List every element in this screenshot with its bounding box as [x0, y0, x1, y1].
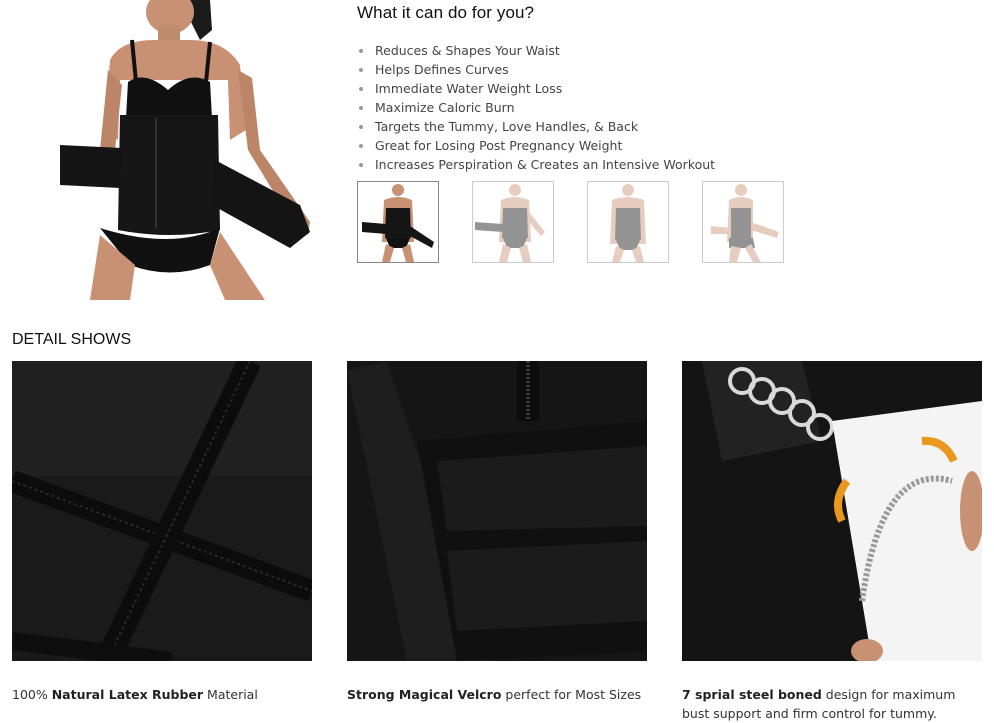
detail-card-velcro: Strong Magical Velcro perfect for Most S… [347, 361, 647, 704]
model-waist-trainer-image [60, 0, 310, 300]
velcro-closeup-image [347, 361, 647, 661]
feature-item: Targets the Tummy, Love Handles, & Back [357, 117, 977, 136]
feature-item: Maximize Caloric Burn [357, 98, 977, 117]
latex-material-closeup-image [12, 361, 312, 661]
thumb-side-pose[interactable] [702, 181, 784, 263]
features-list: Reduces & Shapes Your Waist Helps Define… [357, 41, 977, 174]
detail-caption-velcro: Strong Magical Velcro perfect for Most S… [347, 687, 642, 702]
detail-caption-latex: 100% Natural Latex Rubber Material [12, 687, 258, 702]
detail-caption-steel-bone: 7 sprial steel boned design for maximum … [682, 687, 956, 721]
hero-product-image [60, 0, 318, 300]
feature-item: Immediate Water Weight Loss [357, 79, 977, 98]
features-title: What it can do for you? [357, 3, 535, 22]
thumbnail-strip [357, 181, 784, 263]
features-section: What it can do for you? Reduces & Shapes… [357, 0, 977, 174]
feature-item: Great for Losing Post Pregnancy Weight [357, 136, 977, 155]
feature-item: Helps Defines Curves [357, 60, 977, 79]
feature-item: Increases Perspiration & Creates an Inte… [357, 155, 977, 174]
detail-card-latex: 100% Natural Latex Rubber Material [12, 361, 312, 704]
detail-card-steel-bone: 7 sprial steel boned design for maximum … [682, 361, 982, 723]
feature-item: Reduces & Shapes Your Waist [357, 41, 977, 60]
steel-bone-closeup-image [682, 361, 982, 661]
thumb-front-arms-out[interactable] [472, 181, 554, 263]
thumb-front-belt[interactable] [357, 181, 439, 263]
thumb-front-standing[interactable] [587, 181, 669, 263]
detail-section-title: DETAIL SHOWS [12, 331, 132, 348]
